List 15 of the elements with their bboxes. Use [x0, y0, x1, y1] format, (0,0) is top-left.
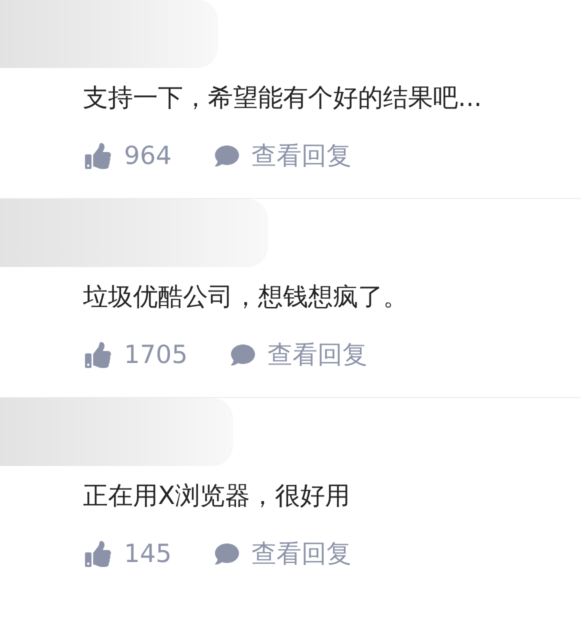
comment-icon: [230, 343, 256, 367]
comment-text: 支持一下，希望能有个好的结果吧...: [83, 82, 483, 114]
like-count: 145: [124, 538, 172, 570]
thumbs-up-icon[interactable]: [85, 143, 111, 169]
view-replies-link[interactable]: 查看回复: [214, 535, 352, 573]
comment-text: 正在用X浏览器，很好用: [83, 480, 352, 512]
comment-icon: [214, 542, 240, 566]
like-count: 1705: [124, 339, 188, 372]
thumbs-up-icon[interactable]: [85, 541, 111, 567]
view-replies-link[interactable]: 查看回复: [230, 336, 368, 374]
view-replies-link[interactable]: 查看回复: [214, 137, 352, 175]
comment-icon: [214, 144, 240, 168]
thumbs-up-icon[interactable]: [85, 342, 111, 368]
like-count: 964: [124, 140, 172, 172]
comment-text: 垃圾优酷公司，想钱想疯了。: [83, 281, 409, 313]
